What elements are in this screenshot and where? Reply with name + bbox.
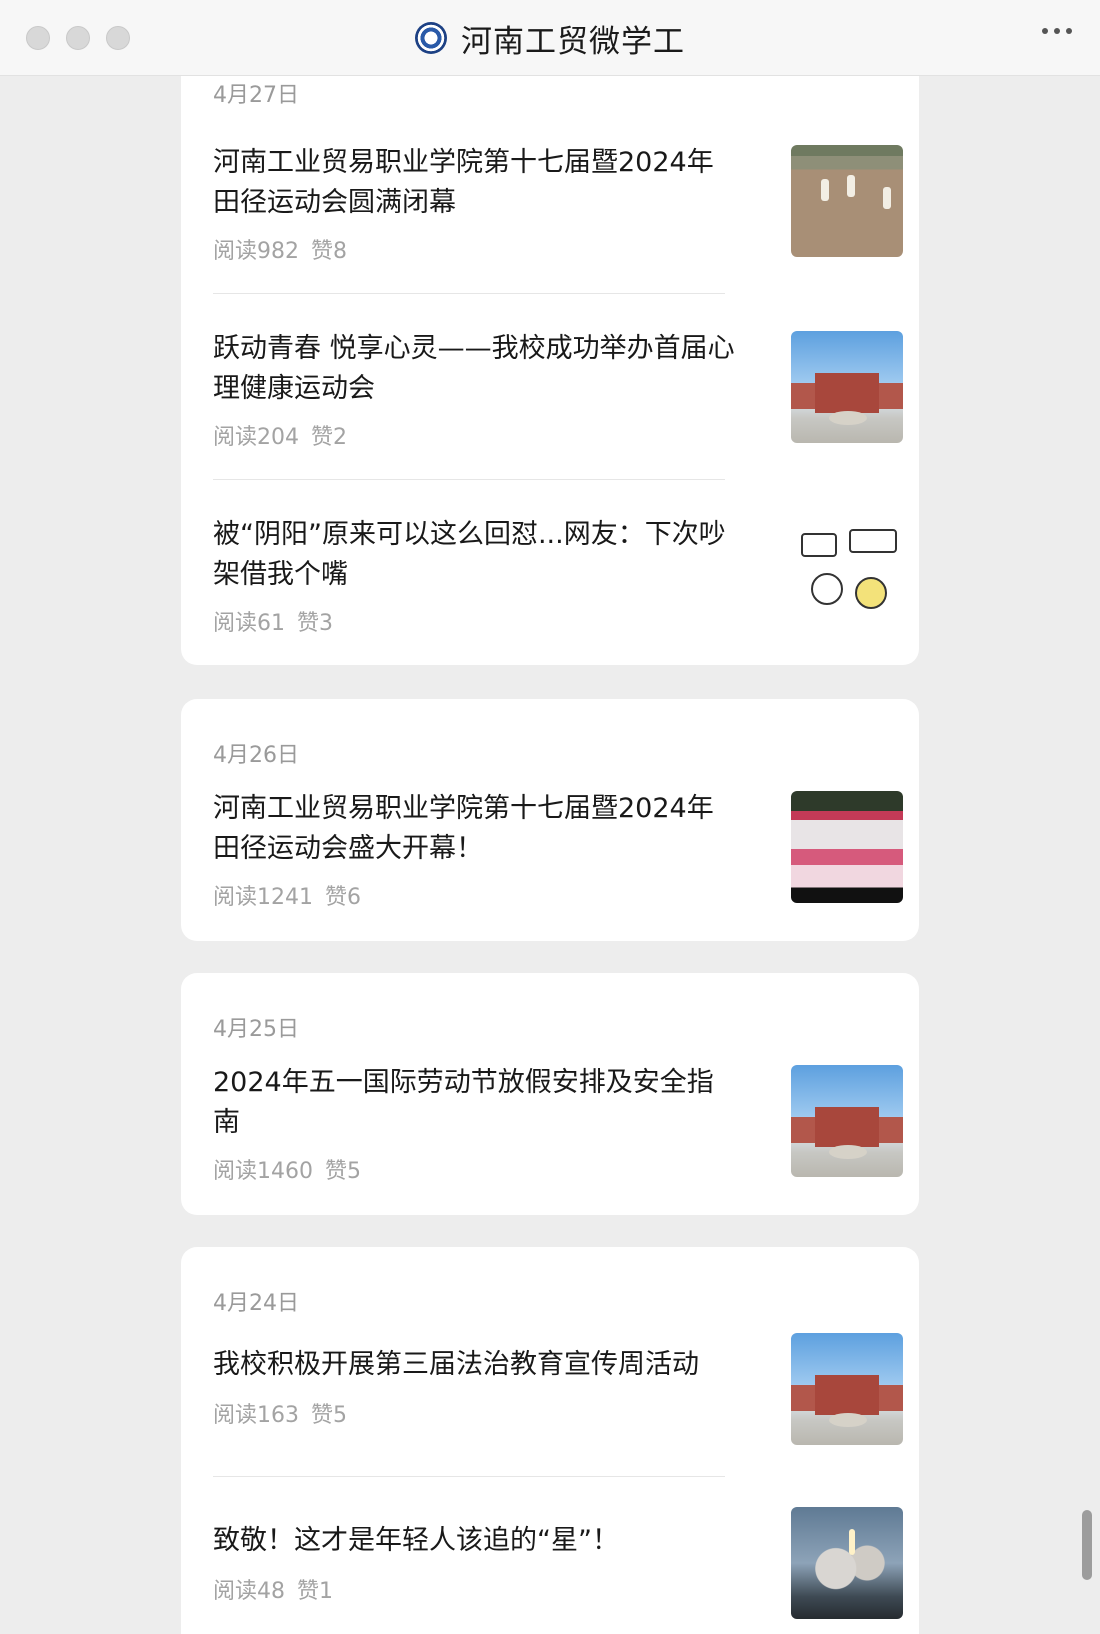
article-item[interactable]: 跃动青春 悦享心灵——我校成功举办首届心理健康运动会 阅读204 赞2 (213, 329, 903, 479)
article-item[interactable]: 被“阴阳”原来可以这么回怼...网友：下次吵架借我个嘴 阅读61 赞3 (213, 515, 903, 665)
article-stats: 阅读982 赞8 (213, 233, 347, 265)
article-stats: 阅读48 赞1 (213, 1573, 333, 1605)
window-title-area: 河南工贸微学工 (0, 0, 1100, 76)
like-count: 赞6 (325, 885, 361, 910)
read-count: 阅读61 (213, 611, 285, 636)
date-group-card: 4月24日 我校积极开展第三届法治教育宣传周活动 阅读163 赞5 致敬！这才是年… (181, 1247, 919, 1634)
group-date: 4月25日 (213, 1017, 299, 1042)
article-stats: 阅读61 赞3 (213, 605, 333, 637)
window-title: 河南工贸微学工 (461, 23, 685, 60)
article-item[interactable]: 河南工业贸易职业学院第十七届暨2024年田径运动会圆满闭幕 阅读982 赞8 (213, 143, 903, 293)
like-count: 赞5 (325, 1159, 361, 1184)
article-thumbnail[interactable] (791, 331, 903, 443)
read-count: 阅读204 (213, 425, 299, 450)
article-item[interactable]: 河南工业贸易职业学院第十七届暨2024年田径运动会盛大开幕！ 阅读1241 赞6 (213, 789, 903, 919)
date-group-card: 4月26日 河南工业贸易职业学院第十七届暨2024年田径运动会盛大开幕！ 阅读1… (181, 699, 919, 941)
article-stats: 阅读1460 赞5 (213, 1153, 361, 1185)
group-date: 4月27日 (213, 83, 299, 108)
read-count: 阅读48 (213, 1579, 285, 1604)
article-divider (213, 1476, 725, 1477)
more-options-icon[interactable] (1042, 28, 1072, 34)
scrollbar-thumb[interactable] (1082, 1510, 1092, 1580)
article-thumbnail[interactable] (791, 145, 903, 257)
article-thumbnail[interactable] (791, 1065, 903, 1177)
article-title[interactable]: 我校积极开展第三届法治教育宣传周活动 (213, 1345, 743, 1385)
date-group-card: 4月25日 2024年五一国际劳动节放假安排及安全指南 阅读1460 赞5 (181, 973, 919, 1215)
article-stats: 阅读163 赞5 (213, 1397, 347, 1429)
article-stats: 阅读204 赞2 (213, 419, 347, 451)
article-stats: 阅读1241 赞6 (213, 879, 361, 911)
article-thumbnail[interactable] (791, 1507, 903, 1619)
read-count: 阅读1241 (213, 885, 313, 910)
like-count: 赞5 (311, 1403, 347, 1428)
like-count: 赞2 (311, 425, 347, 450)
read-count: 阅读1460 (213, 1159, 313, 1184)
like-count: 赞1 (297, 1579, 333, 1604)
article-item[interactable]: 2024年五一国际劳动节放假安排及安全指南 阅读1460 赞5 (213, 1063, 903, 1193)
read-count: 阅读163 (213, 1403, 299, 1428)
like-count: 赞8 (311, 239, 347, 264)
article-title[interactable]: 2024年五一国际劳动节放假安排及安全指南 (213, 1063, 735, 1143)
article-thumbnail[interactable] (791, 1333, 903, 1445)
date-group-card: 4月27日 河南工业贸易职业学院第十七届暨2024年田径运动会圆满闭幕 阅读98… (181, 40, 919, 665)
article-divider (213, 479, 725, 480)
read-count: 阅读982 (213, 239, 299, 264)
article-title[interactable]: 河南工业贸易职业学院第十七届暨2024年田径运动会圆满闭幕 (213, 143, 735, 223)
article-item[interactable]: 我校积极开展第三届法治教育宣传周活动 阅读163 赞5 (213, 1333, 903, 1465)
article-thumbnail[interactable] (791, 791, 903, 903)
article-title[interactable]: 跃动青春 悦享心灵——我校成功举办首届心理健康运动会 (213, 329, 735, 409)
title-bar: 河南工贸微学工 (0, 0, 1100, 76)
article-title[interactable]: 被“阴阳”原来可以这么回怼...网友：下次吵架借我个嘴 (213, 515, 735, 595)
article-item[interactable]: 致敬！这才是年轻人该追的“星”！ 阅读48 赞1 (213, 1507, 903, 1634)
account-logo-icon (415, 22, 447, 54)
article-title[interactable]: 河南工业贸易职业学院第十七届暨2024年田径运动会盛大开幕！ (213, 789, 735, 869)
article-title[interactable]: 致敬！这才是年轻人该追的“星”！ (213, 1521, 735, 1561)
like-count: 赞3 (297, 611, 333, 636)
article-thumbnail[interactable] (791, 517, 903, 629)
article-divider (213, 293, 725, 294)
group-date: 4月26日 (213, 743, 299, 768)
group-date: 4月24日 (213, 1291, 299, 1316)
